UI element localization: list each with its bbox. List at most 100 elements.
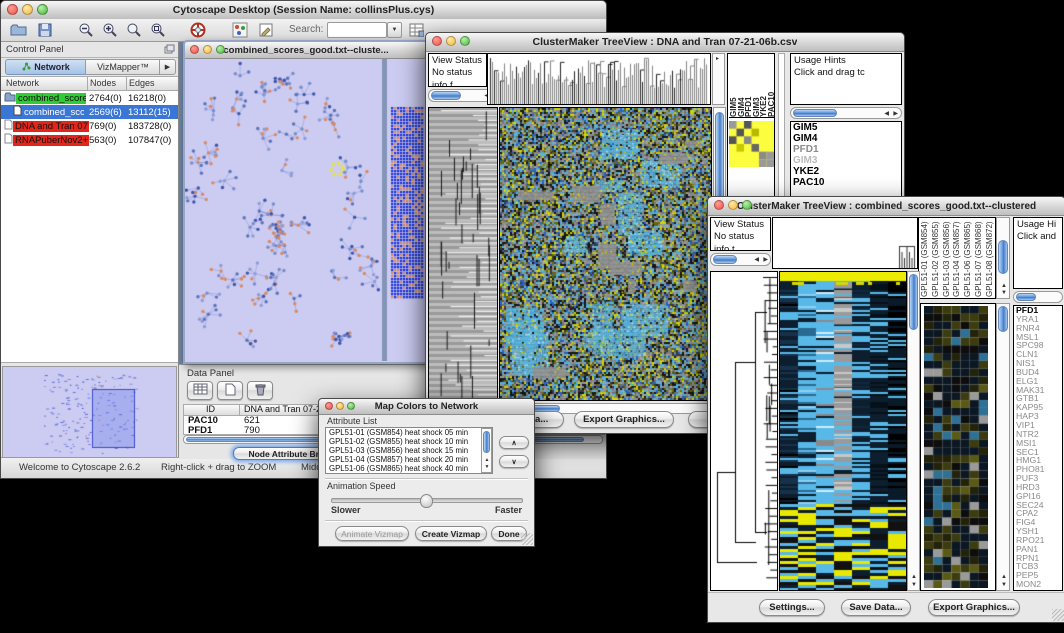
- tab-vizmapper[interactable]: VizMapper™: [85, 59, 161, 75]
- array-label: GIM3: [752, 55, 760, 117]
- tv1-global-minimap[interactable]: [729, 121, 774, 167]
- delete-attribute-button[interactable]: [247, 381, 273, 400]
- tv2-heatmap[interactable]: [779, 271, 907, 591]
- tv1-column-dendrogram[interactable]: [487, 53, 711, 105]
- scroll-left-icon: ◀: [754, 257, 759, 263]
- animation-speed-slider[interactable]: [331, 498, 523, 503]
- tv1-hints-scrollbar[interactable]: ◀ ▶: [790, 107, 902, 119]
- network-row-combined-scores[interactable]: combined_scores 2764(0) 16218(0): [1, 91, 178, 105]
- tv2-status-scrollbar[interactable]: ◀ ▶: [710, 253, 771, 266]
- array-label: GIM5: [729, 55, 737, 117]
- gene-label[interactable]: PFD1: [791, 144, 901, 155]
- vizmapper-nodes-icon[interactable]: [229, 21, 251, 39]
- open-folder-icon[interactable]: [7, 21, 29, 39]
- gene-label[interactable]: YKE2: [791, 166, 901, 177]
- close-button[interactable]: [714, 200, 724, 210]
- minimize-button[interactable]: [203, 45, 212, 54]
- array-label: GPL51-01 (GSM854): [920, 219, 931, 297]
- zoom-button[interactable]: [216, 45, 225, 54]
- tv1-mini-vscroll[interactable]: ▸: [712, 53, 725, 105]
- gene-label[interactable]: MON2: [1014, 580, 1062, 589]
- network-canvas[interactable]: [185, 59, 427, 361]
- new-attribute-button[interactable]: [217, 381, 243, 400]
- zoom-button[interactable]: [347, 402, 355, 410]
- settings-button[interactable]: Settings...: [759, 599, 825, 616]
- help-lifering-icon[interactable]: [187, 21, 209, 39]
- tv2-zoom-panel: [920, 303, 996, 591]
- new-document-icon: [225, 383, 236, 399]
- save-icon[interactable]: [34, 21, 56, 39]
- zoom-button[interactable]: [742, 200, 752, 210]
- animate-vizmap-button[interactable]: Animate Vizmap: [335, 526, 409, 541]
- network-view-title: combined_scores_good.txt--cluste...: [223, 45, 388, 56]
- tv2-zoom-heatmap[interactable]: [924, 306, 988, 588]
- annotation-icon[interactable]: [255, 21, 277, 39]
- gene-label[interactable]: GIM5: [791, 122, 901, 133]
- zoom-button[interactable]: [37, 4, 48, 15]
- tv2-zoom-vscrollbar[interactable]: ▲ ▼: [996, 303, 1010, 591]
- close-button[interactable]: [432, 36, 442, 46]
- array-label: YKE2: [759, 55, 767, 117]
- export-graphics-button[interactable]: Export Graphics...: [928, 599, 1020, 616]
- create-vizmap-button[interactable]: Create Vizmap: [415, 526, 487, 541]
- tv2-array-labels: GPL51-01 (GSM854)GPL51-02 (GSM855)GPL51-…: [920, 219, 996, 297]
- minimize-button[interactable]: [446, 36, 456, 46]
- network-row-combined-sco-selected[interactable]: combined_sco 2569(6) 13112(15): [1, 105, 178, 119]
- main-titlebar[interactable]: Cytoscape Desktop (Session Name: collins…: [1, 1, 606, 20]
- attribute-select-button[interactable]: [187, 381, 213, 400]
- status-welcome: Welcome to Cytoscape 2.6.2: [19, 462, 140, 473]
- close-button[interactable]: [7, 4, 18, 15]
- faster-label: Faster: [495, 505, 522, 515]
- tv2-labels-vscrollbar[interactable]: ▲ ▼: [996, 217, 1010, 299]
- tv1-row-dendrogram[interactable]: [428, 107, 498, 401]
- save-data-button[interactable]: Save Data...: [841, 599, 911, 616]
- tv2-column-dendrogram[interactable]: [772, 217, 918, 269]
- minimize-button[interactable]: [22, 4, 33, 15]
- resize-grip[interactable]: [1052, 609, 1064, 621]
- zoom-button[interactable]: [460, 36, 470, 46]
- close-button[interactable]: [325, 402, 333, 410]
- slider-knob[interactable]: [420, 494, 433, 508]
- gene-label[interactable]: GIM3: [791, 155, 901, 166]
- network-row-rnapuber[interactable]: RNAPuberNov2+ 563(0) 107847(0): [1, 133, 178, 147]
- window-controls: [7, 4, 48, 15]
- search-dropdown-arrow[interactable]: ▼: [387, 22, 402, 38]
- attribute-listbox[interactable]: GPL51-01 (GSM854) heat shock 05 minGPL51…: [325, 427, 493, 474]
- minimize-button[interactable]: [336, 402, 344, 410]
- search-input[interactable]: [327, 22, 387, 38]
- attribute-table-icon[interactable]: [405, 21, 427, 39]
- zoom-fit-icon[interactable]: [147, 21, 169, 39]
- attribute-list-vscrollbar[interactable]: ▲ ▼: [481, 428, 492, 473]
- gene-label[interactable]: GIM4: [791, 133, 901, 144]
- tv1-array-labels: GIM5GIM4PFD1GIM3YKE2PAC10: [729, 55, 774, 118]
- zoom-in-icon[interactable]: [99, 21, 121, 39]
- tab-overflow-button[interactable]: ▶: [159, 59, 176, 75]
- treeview2-titlebar[interactable]: ClusterMaker TreeView : combined_scores_…: [708, 197, 1064, 216]
- tab-network[interactable]: Network: [5, 59, 87, 75]
- zoom-selected-icon[interactable]: [123, 21, 145, 39]
- float-window-icon[interactable]: [162, 43, 176, 55]
- scroll-right-icon: ▶: [763, 257, 768, 263]
- tv1-export-graphics-button[interactable]: Export Graphics...: [574, 411, 674, 428]
- zoom-out-icon[interactable]: [75, 21, 97, 39]
- treeview1-titlebar[interactable]: ClusterMaker TreeView : DNA and Tran 07-…: [426, 33, 904, 52]
- close-button[interactable]: [190, 45, 199, 54]
- col-header-id[interactable]: ID: [206, 404, 215, 414]
- tv2-button-bar: Settings... Save Data... Export Graphics…: [708, 592, 1064, 622]
- dialog-titlebar[interactable]: Map Colors to Network: [319, 399, 534, 415]
- move-up-button[interactable]: ∧: [499, 436, 529, 449]
- trash-icon: [255, 383, 266, 399]
- tv2-row-dendrogram[interactable]: [710, 271, 778, 591]
- resize-grip[interactable]: [521, 533, 533, 545]
- tv2-vscrollbar[interactable]: ▲ ▼: [907, 271, 920, 591]
- tv2-hints-scrollbar[interactable]: [1013, 291, 1063, 303]
- tv2-gene-list[interactable]: PFD1YRA1RNR4MSL1SPC98CLN1NIS1BUD4ELG1MAK…: [1013, 305, 1063, 591]
- network-overview-thumbnail[interactable]: [4, 369, 174, 457]
- minimize-button[interactable]: [728, 200, 738, 210]
- treeview1-title: ClusterMaker TreeView : DNA and Tran 07-…: [533, 36, 798, 48]
- gene-label[interactable]: PAC10: [791, 177, 901, 188]
- tv2-view-status: View StatusNo status info t: [710, 217, 771, 251]
- network-row-dna-tran[interactable]: DNA and Tran 07 769(0) 183728(0): [1, 119, 178, 133]
- tv1-heatmap[interactable]: [499, 107, 712, 401]
- move-down-button[interactable]: ∨: [499, 455, 529, 468]
